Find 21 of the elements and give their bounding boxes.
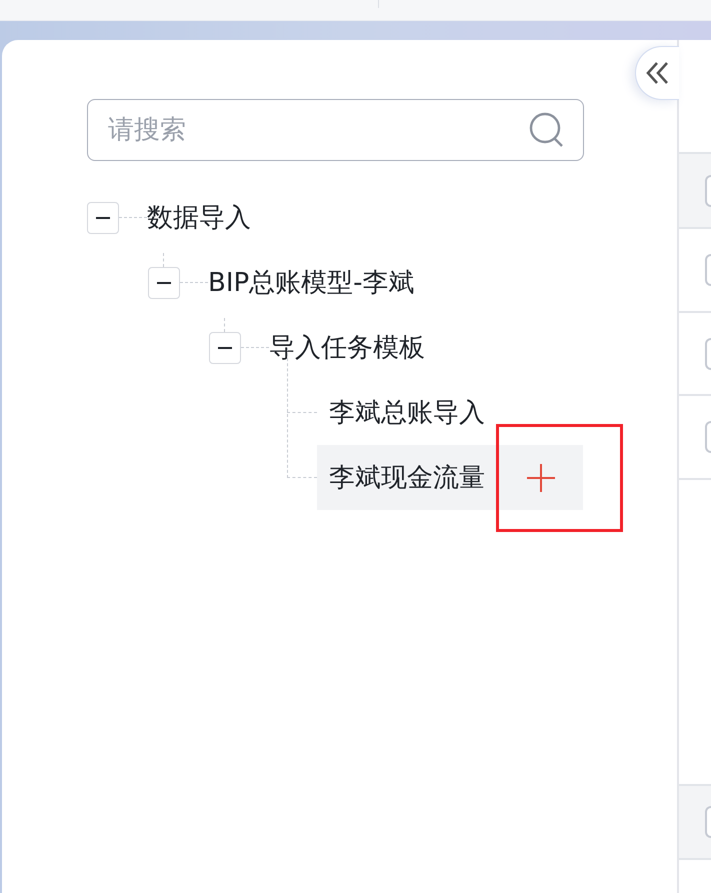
checkbox[interactable] <box>705 174 711 206</box>
checkbox[interactable] <box>705 338 711 370</box>
tree-node-label[interactable]: 导入任务模板 <box>269 330 425 365</box>
tree-node-label[interactable]: BIP总账模型-李斌 <box>208 265 415 300</box>
collapse-toggle[interactable] <box>148 266 180 298</box>
tree-node-label[interactable]: 数据导入 <box>147 200 251 235</box>
collapse-toggle[interactable] <box>209 332 241 364</box>
collapse-toggle[interactable] <box>87 202 119 234</box>
minus-icon <box>218 346 232 348</box>
checkbox[interactable] <box>705 806 711 838</box>
collapse-button[interactable] <box>635 46 679 100</box>
tree-leaf[interactable]: 李斌总账导入 <box>317 380 485 445</box>
checkbox[interactable] <box>705 254 711 286</box>
search-icon <box>529 112 565 148</box>
minus-icon <box>157 282 171 284</box>
plus-icon <box>526 462 556 492</box>
search-field[interactable]: 请搜索 <box>87 99 584 161</box>
minus-icon <box>96 216 110 218</box>
double-chevron-left-icon <box>644 60 670 86</box>
tree-leaf[interactable]: 李斌现金流量 <box>317 445 583 510</box>
checkbox[interactable] <box>705 421 711 453</box>
